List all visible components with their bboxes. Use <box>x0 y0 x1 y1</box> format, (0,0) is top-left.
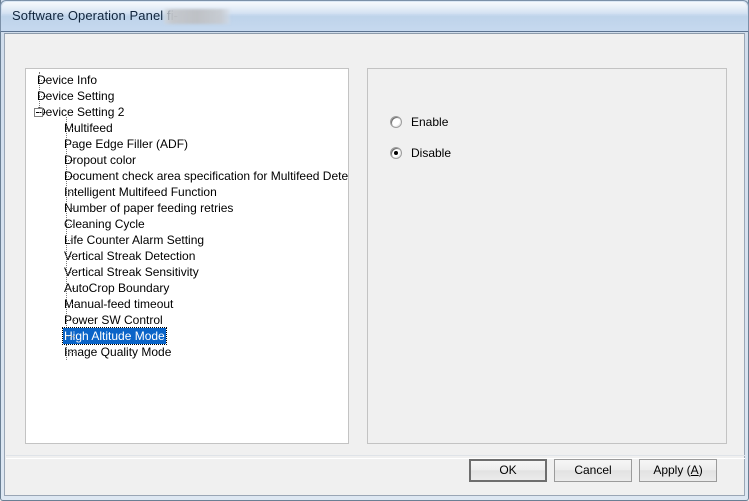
tree-connector-icon <box>66 160 75 161</box>
tree-item[interactable]: Cleaning Cycle <box>26 216 348 232</box>
tree-item-label: AutoCrop Boundary <box>64 281 170 295</box>
tree-connector-icon <box>39 96 48 97</box>
dialog-client-area: Device Info Device Setting Device Setting … <box>4 33 745 496</box>
radio-option-label: Disable <box>411 146 452 160</box>
tree-item-label: Vertical Streak Detection <box>64 249 196 263</box>
tree-item[interactable]: Image Quality Mode <box>26 344 348 360</box>
tree-connector-icon <box>66 144 75 145</box>
tree-item-label: Manual-feed timeout <box>64 297 174 311</box>
tree-connector-icon <box>66 240 75 241</box>
tree-item[interactable]: Device Info <box>26 72 348 88</box>
tree-item-label: High Altitude Mode <box>62 327 167 345</box>
tree-item-label: Power SW Control <box>64 313 163 327</box>
tree-connector-icon <box>66 192 75 193</box>
tree-connector-icon <box>66 128 75 129</box>
tree-item[interactable]: Device Setting 2 <box>26 104 348 120</box>
title-bar[interactable]: Software Operation Panel fi- <box>0 0 749 32</box>
tree-item[interactable]: Multifeed <box>26 120 348 136</box>
apply-button[interactable]: Apply (A) <box>639 459 717 482</box>
radio-option-enable[interactable]: Enable <box>390 114 448 130</box>
tree-connector-icon <box>39 80 48 81</box>
tree-item[interactable]: Device Setting <box>26 88 348 104</box>
tree-item-label: Intelligent Multifeed Function <box>64 185 217 199</box>
tree-item-label: Device Setting 2 <box>37 105 125 119</box>
tree-connector-icon <box>66 224 75 225</box>
apply-button-label: Apply ( <box>653 463 691 477</box>
cancel-button[interactable]: Cancel <box>554 459 632 482</box>
tree-row-container: Device Info Device Setting Device Setting … <box>26 72 348 360</box>
tree-item[interactable]: Vertical Streak Detection <box>26 248 348 264</box>
ok-button[interactable]: OK <box>469 459 547 482</box>
tree-connector-icon <box>39 112 48 113</box>
apply-button-accelerator: A <box>690 463 699 477</box>
apply-button-label-close: ) <box>698 463 703 477</box>
redacted-model-name <box>164 9 230 24</box>
tree-item[interactable]: Manual-feed timeout <box>26 296 348 312</box>
tree-item-label: Page Edge Filler (ADF) <box>64 137 189 151</box>
tree-connector-icon <box>66 272 75 273</box>
tree-connector-icon <box>66 256 75 257</box>
tree-item[interactable]: Life Counter Alarm Setting <box>26 232 348 248</box>
tree-item[interactable]: Intelligent Multifeed Function <box>26 184 348 200</box>
tree-connector-icon <box>66 352 75 353</box>
tree-connector-icon <box>66 304 75 305</box>
tree-item-label: Document check area specification for Mu… <box>64 169 349 183</box>
window-title: Software Operation Panel fi- <box>12 8 179 23</box>
settings-tree[interactable]: Device Info Device Setting Device Setting … <box>25 68 349 444</box>
tree-item[interactable]: Power SW Control <box>26 312 348 328</box>
tree-item[interactable]: Dropout color <box>26 152 348 168</box>
option-panel: Enable Disable <box>367 68 727 444</box>
tree-connector-icon <box>66 288 75 289</box>
tree-item[interactable]: Page Edge Filler (ADF) <box>26 136 348 152</box>
tree-item[interactable]: Document check area specification for Mu… <box>26 168 348 184</box>
tree-connector-icon <box>66 208 75 209</box>
tree-item[interactable]: AutoCrop Boundary <box>26 280 348 296</box>
radio-option-disable[interactable]: Disable <box>390 145 451 161</box>
radio-button-icon[interactable] <box>390 116 402 128</box>
tree-connector-icon <box>66 336 75 337</box>
tree-item-label: Vertical Streak Sensitivity <box>64 265 199 279</box>
tree-item[interactable]: Number of paper feeding retries <box>26 200 348 216</box>
tree-item-label: Life Counter Alarm Setting <box>64 233 205 247</box>
tree-item-label: Number of paper feeding retries <box>64 201 234 215</box>
settings-tree-inner: Device Info Device Setting Device Setting … <box>26 69 348 360</box>
tree-connector-icon <box>66 176 75 177</box>
radio-button-icon[interactable] <box>390 147 402 159</box>
tree-item-label: Image Quality Mode <box>64 345 172 359</box>
radio-option-label: Enable <box>411 115 449 129</box>
tree-connector-icon <box>66 320 75 321</box>
button-bar-separator <box>6 455 745 459</box>
tree-item[interactable]: Vertical Streak Sensitivity <box>26 264 348 280</box>
software-operation-panel-window: Software Operation Panel fi- Device Info… <box>0 0 749 501</box>
tree-item[interactable]: High Altitude Mode <box>26 327 348 345</box>
tree-item-label: Cleaning Cycle <box>64 217 145 231</box>
